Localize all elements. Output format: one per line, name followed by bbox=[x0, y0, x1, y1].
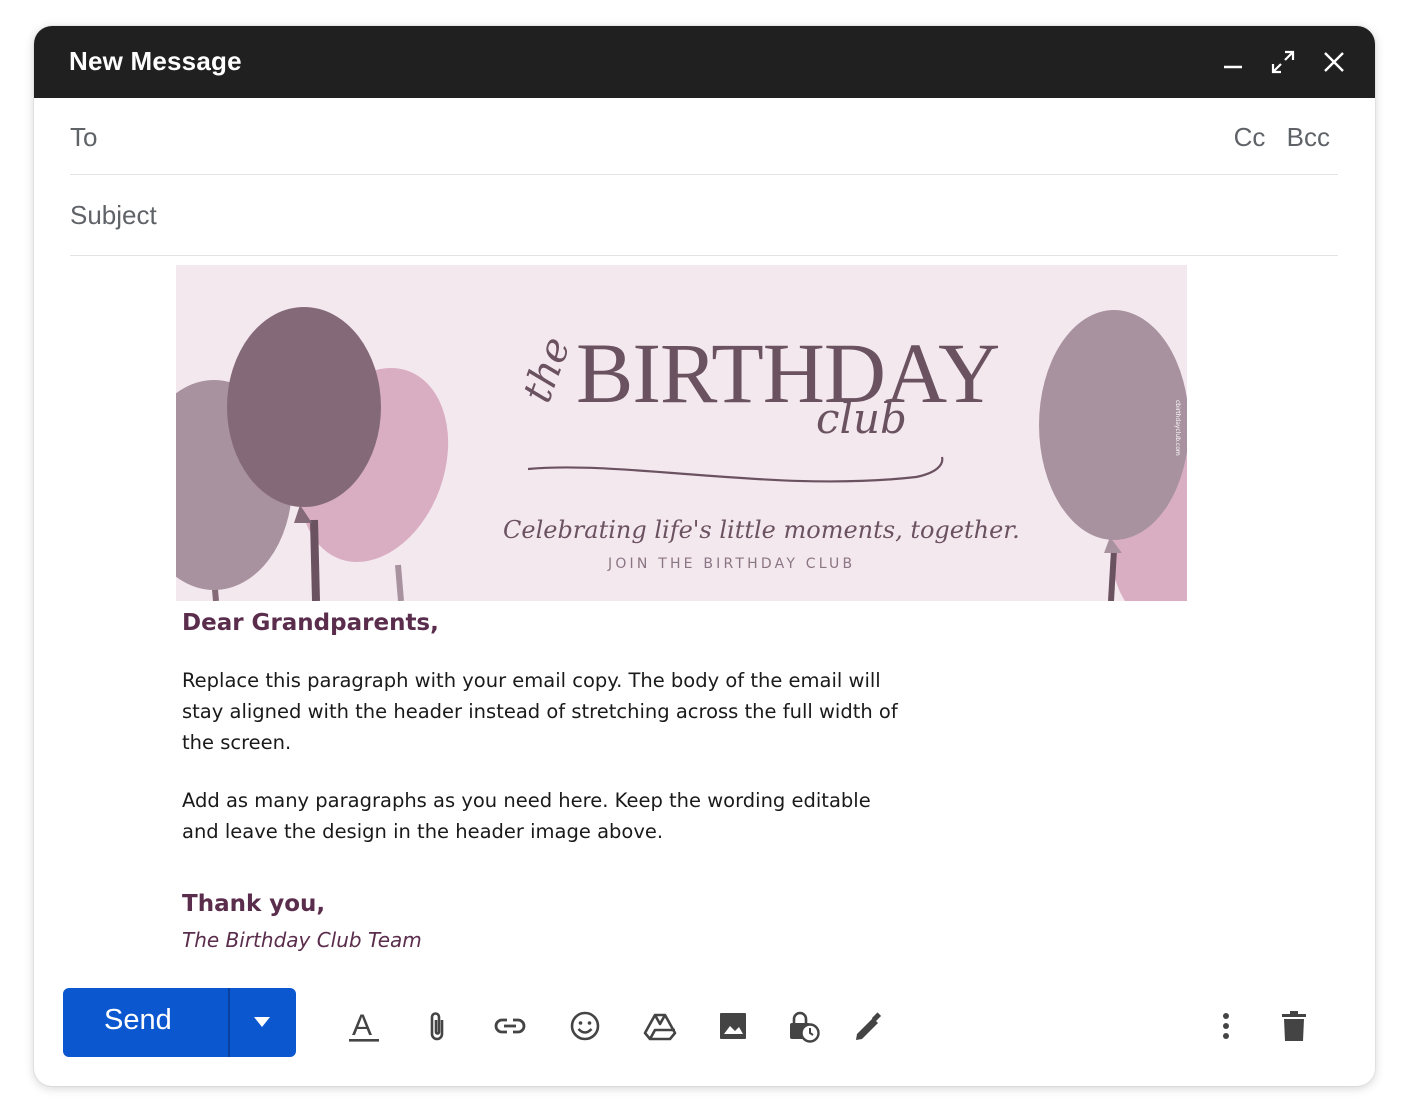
compose-titlebar: New Message bbox=[34, 26, 1375, 98]
confidential-icon[interactable] bbox=[785, 1008, 821, 1044]
bcc-link[interactable]: Bcc bbox=[1287, 122, 1330, 152]
logo-prefix: the bbox=[514, 331, 580, 408]
email-closing: Thank you, bbox=[182, 891, 326, 917]
close-icon[interactable] bbox=[1319, 47, 1349, 77]
email-paragraph-2[interactable]: Add as many paragraphs as you need here.… bbox=[182, 785, 902, 847]
email-paragraph-1[interactable]: Replace this paragraph with your email c… bbox=[182, 665, 902, 758]
photo-icon[interactable] bbox=[715, 1008, 751, 1044]
left-balloons bbox=[176, 307, 449, 601]
right-balloons bbox=[1039, 310, 1187, 601]
to-field[interactable]: To Cc Bcc bbox=[70, 122, 1338, 175]
subject-label: Subject bbox=[70, 200, 157, 230]
cc-bcc-links: Cc Bcc bbox=[1220, 122, 1330, 153]
emoji-icon[interactable] bbox=[567, 1008, 603, 1044]
banner-cta: JOIN THE BIRTHDAY CLUB bbox=[607, 556, 855, 572]
formatting-icon[interactable]: A bbox=[346, 1008, 382, 1044]
subject-field[interactable]: Subject bbox=[70, 200, 1338, 256]
signature-icon[interactable] bbox=[849, 1008, 885, 1044]
logo-suffix: club bbox=[816, 394, 907, 443]
to-label: To bbox=[70, 122, 98, 152]
discard-icon[interactable] bbox=[1276, 1008, 1312, 1044]
banner-side-text: cbirthdayclub.com bbox=[1174, 400, 1181, 456]
expand-icon[interactable] bbox=[1268, 47, 1298, 77]
banner-tagline: Celebrating life's little moments, toget… bbox=[503, 516, 1020, 544]
compose-window: New Message To Cc Bcc Subject the BIRTHD… bbox=[34, 26, 1375, 1086]
drive-icon[interactable] bbox=[642, 1008, 678, 1044]
minimize-icon[interactable] bbox=[1218, 47, 1248, 77]
header-banner-image: the BIRTHDAY club Celebrating life's lit… bbox=[176, 265, 1187, 601]
birthday-club-logo: the BIRTHDAY club bbox=[514, 325, 1000, 483]
send-button-group: Send bbox=[63, 988, 296, 1057]
more-options-icon[interactable] bbox=[1208, 1008, 1244, 1044]
svg-text:A: A bbox=[352, 1009, 372, 1042]
email-greeting: Dear Grandparents, bbox=[182, 610, 439, 636]
compose-title: New Message bbox=[69, 46, 242, 76]
attach-icon[interactable] bbox=[420, 1008, 456, 1044]
email-signature: The Birthday Club Team bbox=[182, 928, 422, 952]
send-button[interactable]: Send bbox=[104, 1004, 172, 1037]
logo-main: BIRTHDAY bbox=[576, 325, 999, 421]
schedule-send-dropdown[interactable] bbox=[229, 988, 296, 1057]
link-icon[interactable] bbox=[492, 1008, 528, 1044]
cc-link[interactable]: Cc bbox=[1234, 122, 1266, 152]
chevron-down-icon bbox=[254, 1017, 270, 1027]
